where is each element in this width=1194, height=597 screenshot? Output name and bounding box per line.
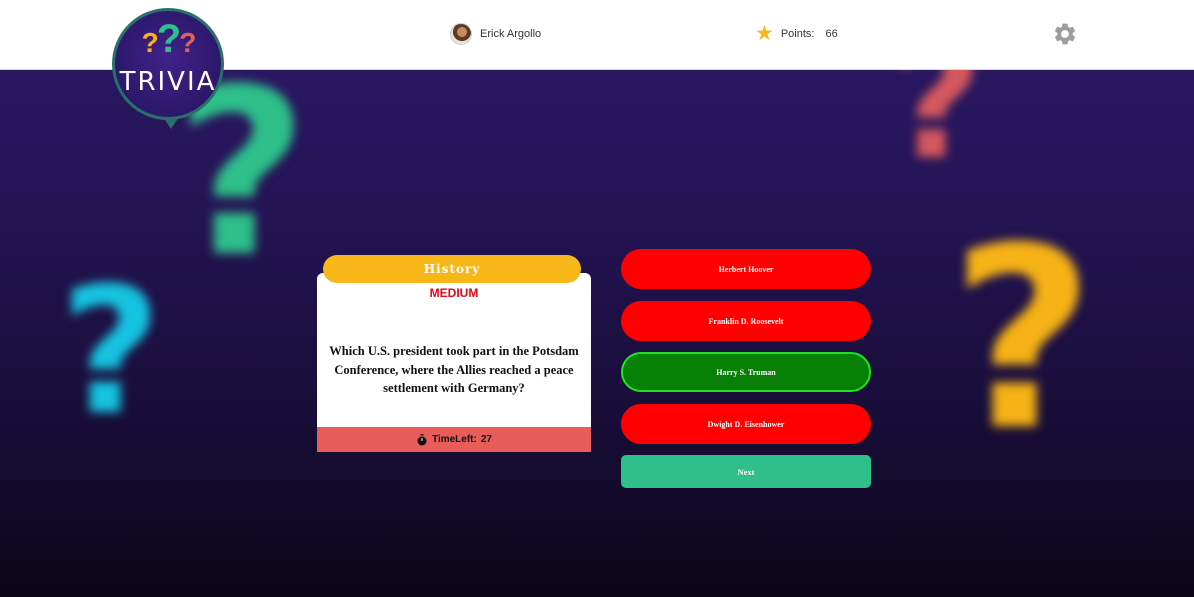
answer-button-2[interactable]: Franklin D. Roosevelt (621, 301, 871, 341)
timer-bar: TimeLeft: 27 (317, 427, 591, 452)
timer-value: 27 (480, 434, 492, 445)
user-profile[interactable]: Erick Argollo (450, 23, 541, 45)
bg-question-mark-yellow: ? (950, 194, 1096, 485)
logo-q-red: ? (179, 27, 196, 58)
answer-button-4[interactable]: Dwight D. Eisenhower (621, 404, 871, 444)
trivia-logo[interactable]: ??? TRIVIA (112, 8, 224, 129)
avatar (450, 23, 472, 45)
question-text: Which U.S. president took part in the Po… (329, 344, 579, 395)
answer-button-3-correct[interactable]: Harry S. Truman (621, 352, 871, 392)
points-display: ★ Points: 66 (755, 22, 838, 45)
stopwatch-icon (417, 433, 427, 445)
difficulty-label: MEDIUM (429, 286, 479, 300)
points-value: 66 (825, 28, 838, 40)
answer-button-1[interactable]: Herbert Hoover (621, 249, 871, 289)
next-button[interactable]: Next (621, 455, 871, 488)
star-icon: ★ (755, 22, 774, 45)
timer-label: TimeLeft: (432, 434, 477, 445)
user-name: Erick Argollo (480, 28, 542, 40)
bg-question-mark-cyan: ? (60, 251, 162, 454)
question-card: MEDIUM Which U.S. president took part in… (317, 273, 591, 452)
logo-question-marks: ??? (115, 19, 221, 63)
category-banner: History (323, 255, 581, 283)
logo-q-green: ? (156, 17, 181, 61)
logo-text: TRIVIA (119, 67, 217, 97)
logo-q-yellow: ? (141, 27, 159, 58)
gear-icon[interactable] (1052, 21, 1078, 47)
points-label: Points: (780, 28, 815, 40)
